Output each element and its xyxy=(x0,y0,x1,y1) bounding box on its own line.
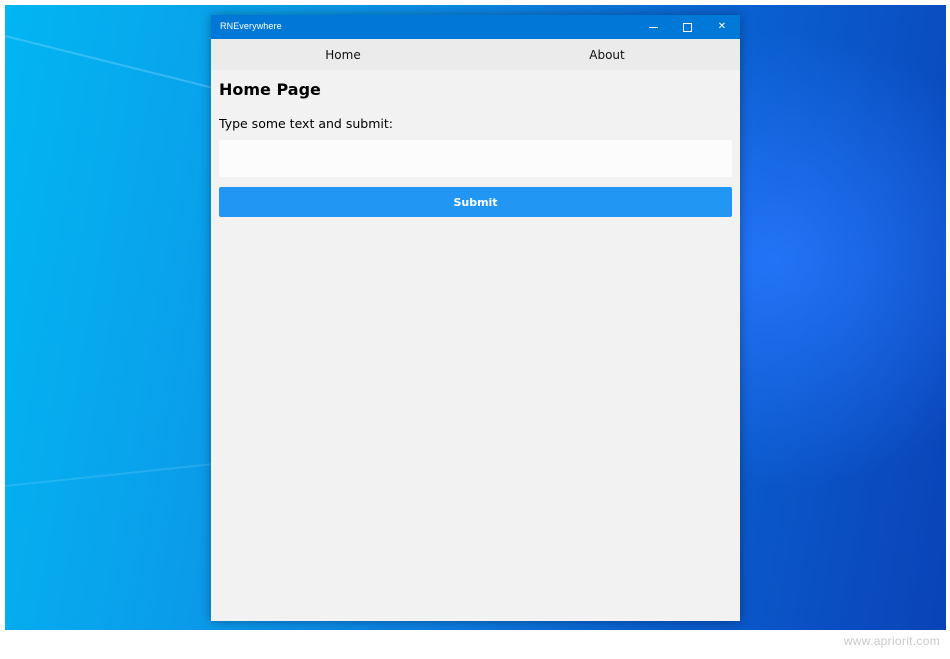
nav-item-home[interactable]: Home xyxy=(211,39,475,70)
minimize-icon xyxy=(648,26,658,28)
title-bar[interactable]: RNEverywhere ✕ xyxy=(211,15,740,39)
close-button[interactable]: ✕ xyxy=(705,15,739,39)
screenshot-frame: RNEverywhere ✕ Home About Home Page Type… xyxy=(0,0,950,659)
input-label: Type some text and submit: xyxy=(219,116,393,131)
watermark: www.apriorit.com xyxy=(843,634,940,648)
app-title: RNEverywhere xyxy=(220,21,282,31)
minimize-button[interactable] xyxy=(636,15,670,39)
maximize-icon xyxy=(682,22,692,32)
text-input[interactable] xyxy=(219,140,732,177)
page-content: Home Page Type some text and submit: Sub… xyxy=(211,70,740,621)
nav-bar: Home About xyxy=(211,39,740,70)
desktop-light-beam xyxy=(5,459,244,487)
desktop-light-beam xyxy=(5,35,239,96)
nav-item-about[interactable]: About xyxy=(475,39,739,70)
maximize-button[interactable] xyxy=(670,15,704,39)
close-icon: ✕ xyxy=(717,21,727,32)
submit-button[interactable]: Submit xyxy=(219,187,732,217)
page-title: Home Page xyxy=(219,80,321,99)
app-window: RNEverywhere ✕ Home About Home Page Type… xyxy=(211,15,740,621)
